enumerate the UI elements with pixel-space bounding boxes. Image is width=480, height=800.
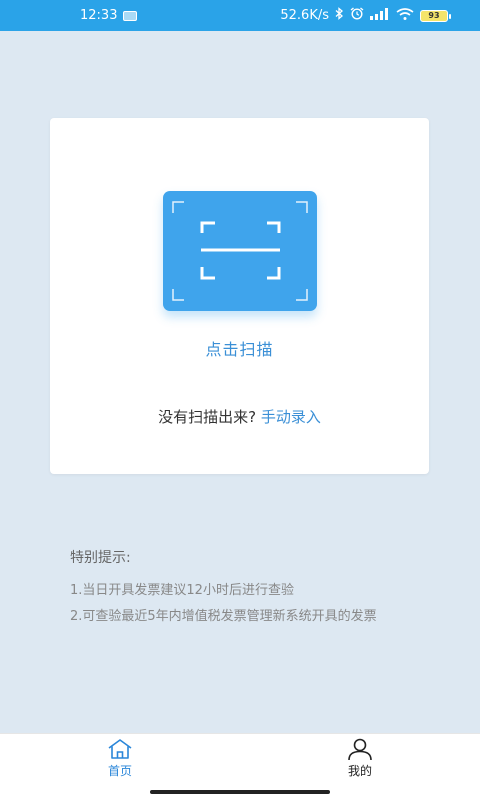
nav-item-mine[interactable]: 我的 (240, 734, 480, 785)
nav-label-mine: 我的 (347, 764, 372, 778)
tip-item: 1.当日开具发票建议12小时后进行查验 (70, 583, 294, 598)
manual-entry-row: 没有扫描出来? 手动录入 (50, 406, 429, 427)
status-time: 12:33 (80, 8, 118, 23)
nav-label-home: 首页 (107, 764, 132, 778)
status-left: 12:33 (80, 8, 138, 23)
gesture-bar[interactable] (150, 790, 330, 794)
manual-prompt: 没有扫描出来? (158, 408, 257, 426)
tips-title: 特别提示: (70, 550, 131, 566)
bluetooth-icon (335, 7, 344, 24)
status-right: 52.6K/s 93 (280, 7, 451, 24)
notification-icon (123, 10, 138, 21)
scan-label[interactable]: 点击扫描 (50, 336, 429, 360)
nav-item-home[interactable]: 首页 (0, 734, 240, 785)
gesture-area (0, 785, 480, 800)
scan-frame-icon (172, 201, 308, 301)
wifi-icon (396, 7, 414, 24)
scan-button[interactable] (163, 191, 317, 311)
signal-icon (370, 7, 390, 24)
alarm-icon (350, 7, 364, 24)
tip-item: 2.可查验最近5年内增值税发票管理新系统开具的发票 (70, 609, 377, 624)
user-icon (348, 738, 372, 760)
battery-icon: 93 (420, 9, 451, 22)
scan-card: 点击扫描 没有扫描出来? 手动录入 (50, 118, 429, 474)
bottom-nav: 首页 我的 (0, 733, 480, 785)
network-speed: 52.6K/s (280, 8, 329, 23)
status-bar: 12:33 52.6K/s 93 (0, 0, 480, 31)
manual-entry-link[interactable]: 手动录入 (261, 408, 321, 426)
home-icon (108, 739, 132, 759)
